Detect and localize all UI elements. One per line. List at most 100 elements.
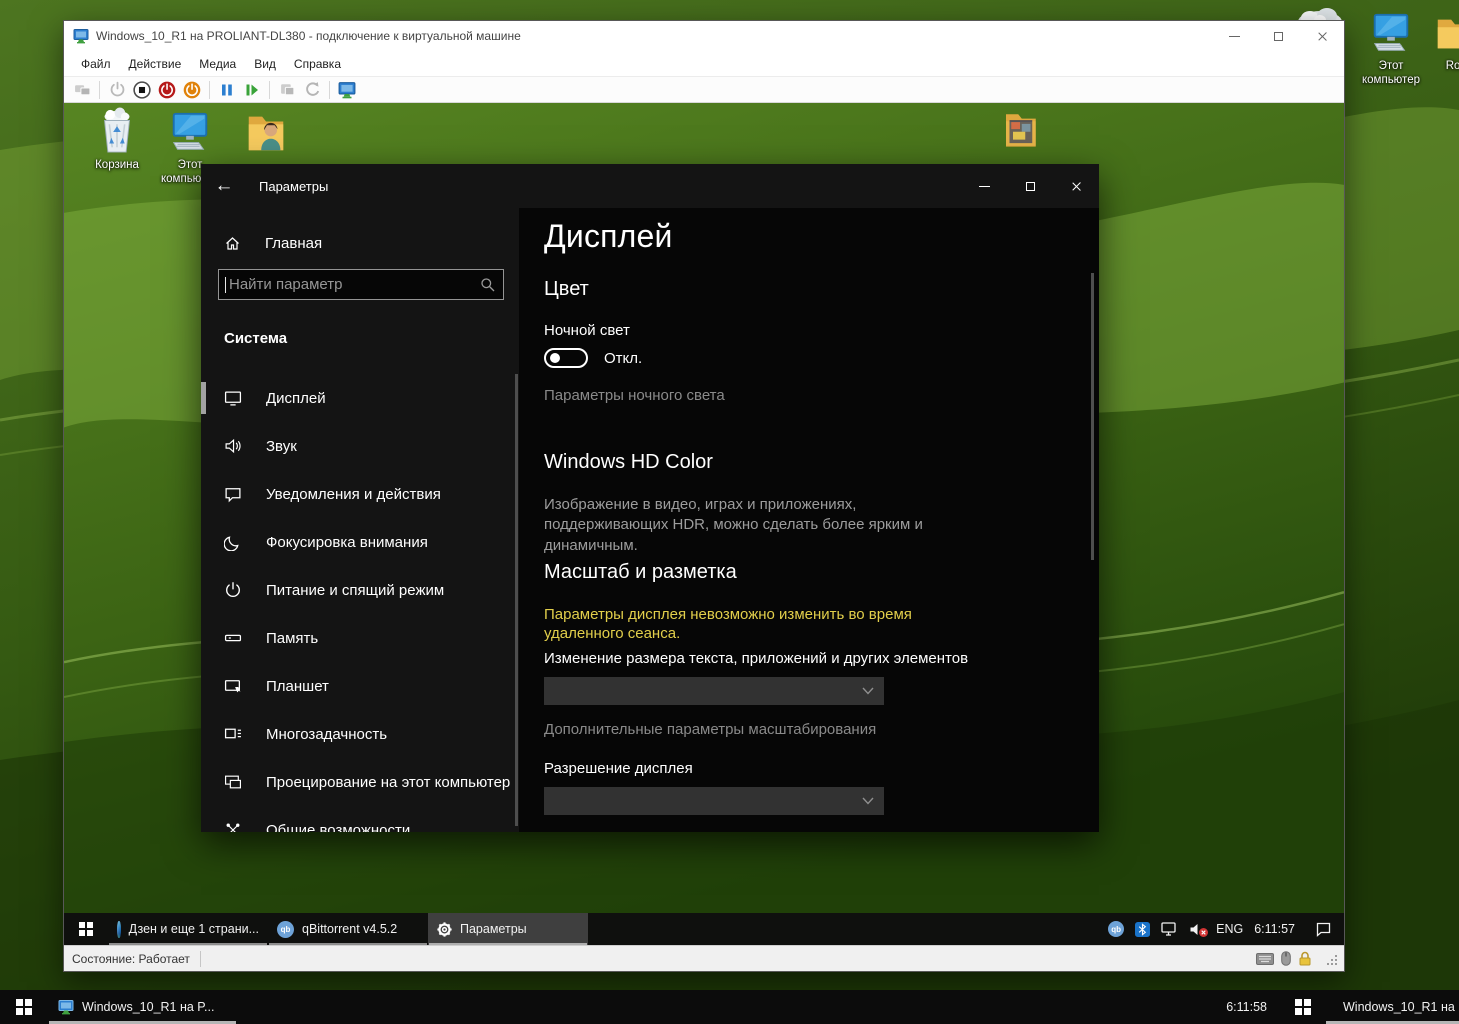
vm-screen: Корзина Этот компьютер bbox=[64, 103, 1344, 945]
sidebar-item-projecting[interactable]: Проецирование на этот компьютер bbox=[201, 758, 519, 806]
sidebar-item-power-sleep[interactable]: Питание и спящий режим bbox=[201, 566, 519, 614]
settings-close-button[interactable] bbox=[1053, 164, 1099, 208]
host-taskbar-task-vmconnect-secondary[interactable]: Windows_10_R1 на P. bbox=[1325, 990, 1459, 1024]
vmconnect-window: Windows_10_R1 на PROLIANT-DL380 - подклю… bbox=[63, 20, 1345, 972]
scale-dropdown[interactable] bbox=[544, 677, 884, 705]
vm-clock[interactable]: 6:11:57 bbox=[1254, 922, 1295, 936]
recycle-bin-icon bbox=[78, 107, 156, 155]
network-icon[interactable] bbox=[1161, 922, 1178, 937]
checkpoint-button[interactable] bbox=[276, 79, 298, 101]
gear-icon bbox=[437, 922, 452, 937]
enhanced-session-button[interactable] bbox=[336, 79, 358, 101]
vm-desktop-icon-media-folder[interactable] bbox=[981, 105, 1059, 156]
menu-media[interactable]: Медиа bbox=[190, 54, 245, 74]
shared-experiences-icon bbox=[224, 821, 242, 832]
scale-dropdown-label: Изменение размера текста, приложений и д… bbox=[544, 650, 968, 667]
windows-logo-icon bbox=[79, 922, 94, 937]
save-vm-button[interactable] bbox=[181, 79, 203, 101]
sidebar-item-focus-assist[interactable]: Фокусировка внимания bbox=[201, 518, 519, 566]
toolbar-separator bbox=[329, 81, 330, 99]
qbittorrent-icon: qb bbox=[277, 921, 294, 938]
host-clock[interactable]: 6:11:58 bbox=[1212, 990, 1281, 1024]
night-light-toggle[interactable] bbox=[544, 348, 588, 368]
multitasking-icon bbox=[224, 725, 242, 743]
sidebar-item-tablet[interactable]: Планшет bbox=[201, 662, 519, 710]
menu-action[interactable]: Действие bbox=[120, 54, 191, 74]
mouse-icon bbox=[1281, 951, 1291, 966]
sidebar-item-sound[interactable]: Звук bbox=[201, 422, 519, 470]
vmconnect-maximize-button[interactable] bbox=[1256, 21, 1300, 51]
vm-desktop-icon-recycle-bin[interactable]: Корзина bbox=[78, 107, 156, 172]
host-taskbar-task-vmconnect[interactable]: Windows_10_R1 на P... bbox=[48, 990, 240, 1024]
sidebar-item-home[interactable]: Главная bbox=[201, 225, 519, 261]
back-button[interactable]: ← bbox=[201, 164, 247, 208]
display-icon bbox=[224, 389, 242, 407]
vm-taskbar-task-edge[interactable]: Дзен и еще 1 страни... bbox=[108, 913, 268, 945]
resize-grip[interactable] bbox=[1325, 953, 1338, 966]
host-desktop-icon-folder[interactable]: Ror bbox=[1416, 8, 1459, 73]
close-icon bbox=[1317, 31, 1328, 42]
volume-muted-icon[interactable] bbox=[1189, 922, 1205, 937]
action-center-icon[interactable] bbox=[1315, 922, 1332, 937]
menu-help[interactable]: Справка bbox=[285, 54, 350, 74]
settings-sidebar: Главная Система bbox=[201, 208, 519, 832]
storage-icon bbox=[224, 629, 242, 647]
sidebar-item-label: Проецирование на этот компьютер bbox=[266, 774, 510, 791]
sidebar-item-multitasking[interactable]: Многозадачность bbox=[201, 710, 519, 758]
sidebar-item-label: Питание и спящий режим bbox=[266, 582, 444, 599]
save-vm-icon bbox=[183, 81, 201, 99]
vm-system-tray: qb ENG 6:11:57 bbox=[1108, 913, 1344, 945]
host-start-button[interactable] bbox=[0, 990, 48, 1024]
settings-titlebar[interactable]: ← Параметры bbox=[201, 164, 1099, 208]
search-input[interactable] bbox=[229, 276, 480, 293]
search-box[interactable] bbox=[218, 269, 504, 300]
vmconnect-toolbar bbox=[64, 76, 1344, 103]
revert-button[interactable] bbox=[301, 79, 323, 101]
ctrl-alt-del-button[interactable] bbox=[71, 79, 93, 101]
resolution-dropdown[interactable] bbox=[544, 787, 884, 815]
settings-maximize-button[interactable] bbox=[1007, 164, 1053, 208]
qbittorrent-tray-icon[interactable]: qb bbox=[1108, 921, 1124, 937]
turn-off-button[interactable] bbox=[131, 79, 153, 101]
menu-file[interactable]: Файл bbox=[72, 54, 120, 74]
keyboard-icon bbox=[1256, 953, 1274, 965]
toggle-knob bbox=[550, 353, 560, 363]
sidebar-item-display[interactable]: Дисплей bbox=[201, 374, 519, 422]
statusbar-separator bbox=[200, 951, 201, 967]
vmconnect-close-button[interactable] bbox=[1300, 21, 1344, 51]
reset-button[interactable] bbox=[241, 79, 263, 101]
enhanced-session-icon bbox=[338, 81, 356, 99]
content-scrollbar[interactable] bbox=[1091, 273, 1094, 560]
vm-start-button[interactable] bbox=[64, 913, 108, 945]
shutdown-icon bbox=[158, 81, 176, 99]
hd-color-description: Изображение в видео, играх и приложениях… bbox=[544, 495, 979, 556]
menu-view[interactable]: Вид bbox=[245, 54, 285, 74]
sidebar-item-label: Общие возможности bbox=[266, 822, 410, 833]
night-light-settings-link[interactable]: Параметры ночного света bbox=[544, 387, 725, 404]
host-start-button-secondary[interactable] bbox=[1281, 990, 1325, 1024]
settings-minimize-button[interactable] bbox=[961, 164, 1007, 208]
moon-icon bbox=[224, 533, 242, 551]
sidebar-item-storage[interactable]: Память bbox=[201, 614, 519, 662]
vmconnect-titlebar[interactable]: Windows_10_R1 на PROLIANT-DL380 - подклю… bbox=[64, 21, 1344, 51]
vmconnect-minimize-button[interactable] bbox=[1212, 21, 1256, 51]
sidebar-item-shared-experiences[interactable]: Общие возможности bbox=[201, 806, 519, 832]
reset-icon bbox=[244, 82, 260, 98]
advanced-scaling-link[interactable]: Дополнительные параметры масштабирования bbox=[544, 721, 876, 738]
vm-desktop-icon-user-folder[interactable] bbox=[227, 107, 305, 158]
notifications-icon bbox=[224, 485, 242, 503]
start-vm-button[interactable] bbox=[106, 79, 128, 101]
sound-icon bbox=[224, 437, 242, 455]
search-icon[interactable] bbox=[480, 277, 495, 292]
vm-taskbar-task-qbittorrent[interactable]: qb qBittorrent v4.5.2 bbox=[268, 913, 428, 945]
sidebar-item-notifications[interactable]: Уведомления и действия bbox=[201, 470, 519, 518]
shutdown-button[interactable] bbox=[156, 79, 178, 101]
user-folder-icon bbox=[227, 107, 305, 155]
lock-icon bbox=[1298, 951, 1312, 966]
bluetooth-icon[interactable] bbox=[1135, 922, 1150, 937]
sidebar-scrollbar[interactable] bbox=[515, 374, 518, 826]
vm-taskbar-task-settings[interactable]: Параметры bbox=[428, 913, 588, 945]
language-indicator[interactable]: ENG bbox=[1216, 922, 1243, 936]
pause-button[interactable] bbox=[216, 79, 238, 101]
home-icon bbox=[224, 235, 241, 252]
